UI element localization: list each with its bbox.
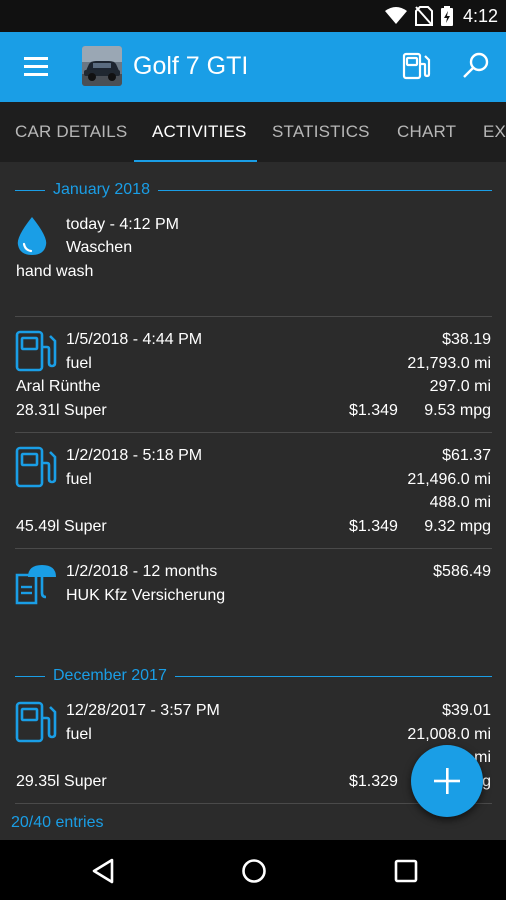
add-activity-button[interactable] xyxy=(411,745,483,817)
entry-volume: 29.35l Super xyxy=(16,773,107,790)
tab-bar: CAR DETAILS ACTIVITIES STATISTICS CHART … xyxy=(0,102,506,162)
entry-economy: 9.32 mpg xyxy=(424,518,491,535)
status-bar: 4:12 xyxy=(0,0,506,32)
entry-datetime: 1/5/2018 - 4:44 PM xyxy=(66,331,203,348)
entry-odometer: 21,793.0 mi xyxy=(407,355,491,372)
entry-type: fuel xyxy=(66,726,92,743)
activities-list[interactable]: January 2018 today - 4:12 PM Waschen han… xyxy=(0,162,506,840)
entry-cost: $39.01 xyxy=(442,702,491,719)
entry-volume: 45.49l Super xyxy=(16,518,107,535)
entry-volume: 28.31l Super xyxy=(16,402,107,419)
fuel-pump-icon[interactable] xyxy=(400,50,432,82)
search-icon[interactable] xyxy=(460,50,492,82)
entry-cost: $38.19 xyxy=(442,331,491,348)
recent-apps-icon[interactable] xyxy=(394,859,418,888)
entry-datetime: 1/2/2018 - 5:18 PM xyxy=(66,447,203,464)
tab-statistics[interactable]: STATISTICS xyxy=(272,122,370,142)
battery-icon xyxy=(440,6,453,26)
entry-type: HUK Kfz Versicherung xyxy=(66,587,226,604)
insurance-umbrella-icon xyxy=(14,563,58,610)
entry-datetime: 1/2/2018 - 12 months xyxy=(66,563,218,580)
car-avatar[interactable] xyxy=(82,46,122,86)
month-label: December 2017 xyxy=(53,667,167,684)
tab-chart[interactable]: CHART xyxy=(397,122,456,142)
entry-price: $1.349 xyxy=(349,518,398,535)
entry-economy: 9.53 mpg xyxy=(424,402,491,419)
entry-note: hand wash xyxy=(16,263,94,280)
entry-type: fuel xyxy=(66,355,92,372)
water-drop-icon xyxy=(14,215,50,262)
entry-type: fuel xyxy=(66,471,92,488)
entry-station: Aral Rünthe xyxy=(16,378,101,395)
entry-distance: 297.0 mi xyxy=(429,378,491,395)
entry-cost: $586.49 xyxy=(433,563,491,580)
entry-odometer: 21,496.0 mi xyxy=(407,471,491,488)
entry-price: $1.349 xyxy=(349,402,398,419)
plus-icon xyxy=(434,768,460,794)
fuel-pump-icon xyxy=(14,445,58,494)
month-header: January 2018 xyxy=(15,180,492,200)
system-nav-bar xyxy=(0,840,506,900)
entry-datetime: today - 4:12 PM xyxy=(66,216,179,233)
entries-count[interactable]: 20/40 entries xyxy=(11,814,104,832)
tab-extras[interactable]: EXTRAS xyxy=(483,122,506,142)
entry-odometer: 21,008.0 mi xyxy=(407,726,491,743)
back-icon[interactable] xyxy=(90,857,116,890)
list-item[interactable]: today - 4:12 PM Waschen hand wash xyxy=(0,210,506,310)
no-sim-icon xyxy=(414,6,433,26)
month-label: January 2018 xyxy=(53,181,150,198)
wifi-icon xyxy=(384,7,407,25)
entry-economy: g xyxy=(482,773,491,790)
app-bar: Golf 7 GTI xyxy=(0,32,506,102)
entry-type: Waschen xyxy=(66,239,133,256)
entry-distance: 488.0 mi xyxy=(429,494,491,511)
fuel-pump-icon xyxy=(14,700,58,749)
home-icon[interactable] xyxy=(241,857,267,890)
app-title: Golf 7 GTI xyxy=(133,52,249,80)
status-clock: 4:12 xyxy=(462,5,498,26)
menu-icon[interactable] xyxy=(20,55,52,79)
tab-activities[interactable]: ACTIVITIES xyxy=(152,122,247,142)
fuel-pump-icon xyxy=(14,329,58,378)
list-item[interactable]: 1/2/2018 - 5:18 PM fuel 45.49l Super $61… xyxy=(0,433,506,548)
entry-datetime: 12/28/2017 - 3:57 PM xyxy=(66,702,220,719)
list-item[interactable]: 1/5/2018 - 4:44 PM fuel Aral Rünthe 28.3… xyxy=(0,317,506,432)
month-header: December 2017 xyxy=(15,666,492,686)
tab-car-details[interactable]: CAR DETAILS xyxy=(15,122,127,142)
entry-price: $1.329 xyxy=(349,773,398,790)
entry-cost: $61.37 xyxy=(442,447,491,464)
list-item[interactable]: 1/2/2018 - 12 months HUK Kfz Versicherun… xyxy=(0,549,506,649)
